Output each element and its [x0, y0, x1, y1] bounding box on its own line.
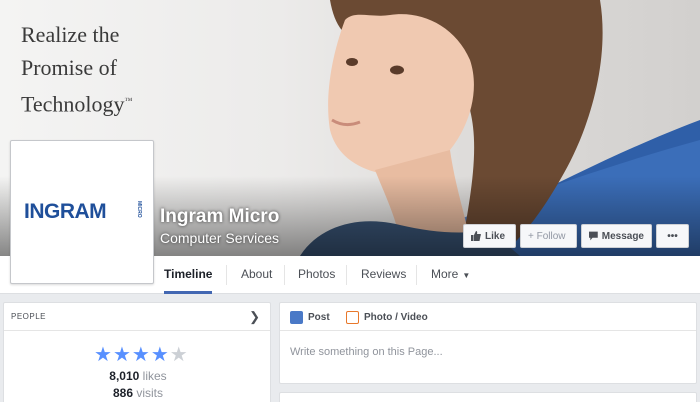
tab-divider	[226, 265, 227, 285]
composer-tab-post[interactable]: Post	[290, 311, 330, 324]
star-icon: ★	[112, 344, 131, 366]
composer-tab-label: Post	[308, 312, 330, 323]
tab-photos[interactable]: Photos	[298, 256, 335, 294]
likes-count: 8,010	[109, 369, 140, 383]
tagline-line: Realize the	[21, 22, 120, 47]
message-label: Message	[601, 230, 644, 242]
follow-button[interactable]: + Follow	[520, 224, 577, 248]
tab-label: Photos	[298, 267, 336, 281]
thumbs-up-icon	[471, 231, 481, 241]
post-composer: Post Photo / Video Write something on th…	[279, 302, 697, 384]
tagline-text: Technology	[21, 91, 125, 117]
trademark-mark: ™	[124, 96, 133, 105]
people-header[interactable]: PEOPLE ❯	[4, 303, 270, 331]
tab-reviews[interactable]: Reviews	[361, 256, 406, 294]
people-title: PEOPLE	[11, 312, 47, 321]
page-actions: Like + Follow Message •••	[463, 224, 689, 248]
chevron-right-icon[interactable]: ❯	[249, 309, 260, 325]
caret-down-icon: ▼	[462, 271, 471, 280]
tab-divider	[284, 265, 285, 285]
likes-stat: 8,010 likes	[4, 369, 272, 383]
tab-timeline[interactable]: Timeline	[164, 256, 213, 294]
composer-tab-label: Photo / Video	[364, 312, 428, 323]
tab-label: Reviews	[361, 267, 407, 281]
pencil-icon	[290, 311, 303, 324]
tab-label: Timeline	[164, 267, 213, 281]
tab-divider	[346, 265, 347, 285]
profile-picture[interactable]: INGRAM MICRO	[10, 140, 154, 284]
visits-stat: 886 visits	[4, 386, 272, 400]
page-category[interactable]: Computer Services	[160, 230, 279, 246]
photo-icon	[346, 311, 359, 324]
tagline-line: Promise of	[21, 55, 117, 80]
star-icon: ★	[150, 344, 169, 366]
cover-tagline: Realize the Promise of Technology™	[21, 18, 132, 120]
likes-label: likes	[142, 369, 167, 383]
ingram-logo: INGRAM	[24, 200, 107, 223]
like-button[interactable]: Like	[463, 224, 516, 248]
message-icon	[589, 231, 598, 241]
composer-tabs: Post Photo / Video	[280, 303, 696, 331]
visits-count: 886	[112, 386, 133, 400]
ingram-logo-sub: MICRO	[136, 201, 142, 218]
tab-divider	[416, 265, 417, 285]
tab-more[interactable]: More ▼	[431, 256, 470, 294]
tab-about[interactable]: About	[241, 256, 272, 294]
tagline-line: Technology™	[21, 84, 132, 120]
composer-input[interactable]: Write something on this Page...	[290, 346, 443, 358]
star-empty-icon: ★	[169, 344, 188, 366]
page-name[interactable]: Ingram Micro	[160, 206, 279, 228]
composer-tab-photo-video[interactable]: Photo / Video	[346, 311, 428, 324]
message-button[interactable]: Message	[581, 224, 652, 248]
like-label: Like	[485, 230, 506, 242]
tab-label: More	[431, 267, 459, 281]
visits-label: visits	[136, 386, 164, 400]
star-icon: ★	[131, 344, 150, 366]
rating-stars[interactable]: ★ ★ ★ ★ ★	[94, 345, 188, 365]
feed-card	[279, 392, 697, 402]
people-card: PEOPLE ❯ ★ ★ ★ ★ ★ 8,010 likes 886 visit…	[3, 302, 271, 402]
star-icon: ★	[94, 344, 112, 366]
more-options-button[interactable]: •••	[656, 224, 689, 248]
follow-label: + Follow	[528, 230, 566, 242]
tab-label: About	[241, 267, 273, 281]
more-options-icon: •••	[667, 230, 678, 242]
